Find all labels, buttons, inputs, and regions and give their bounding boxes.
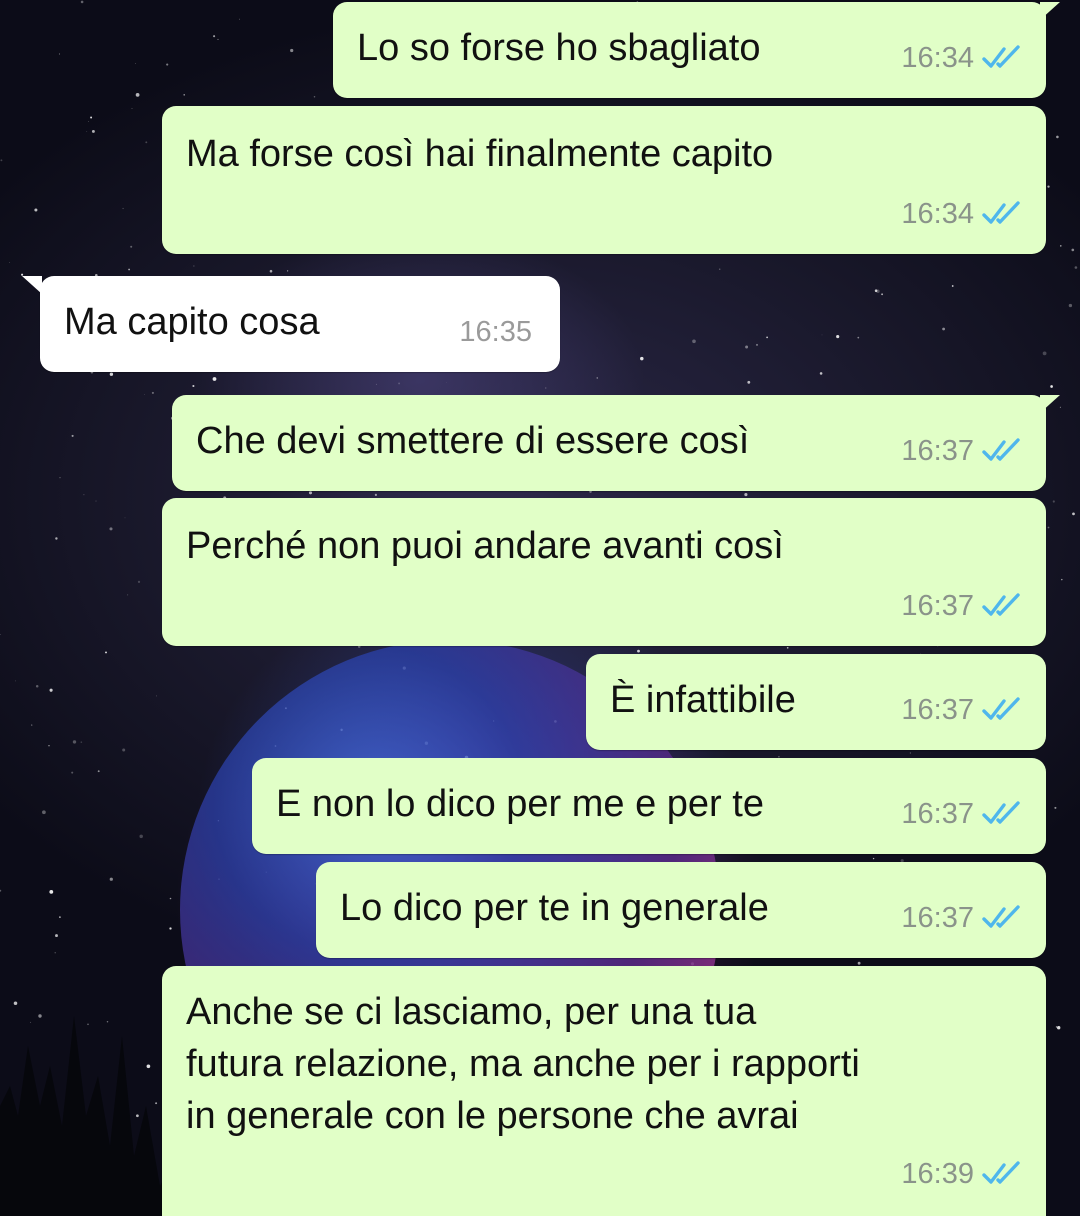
bubble-tail	[1040, 2, 1060, 20]
message-time: 16:34	[901, 198, 974, 230]
message-text: Che devi smettere di essere così	[196, 420, 750, 462]
message-bubble-outgoing[interactable]: Perché non puoi andare avanti così 16:37	[162, 498, 1046, 646]
message-text: Ma forse così hai finalmente capito	[186, 133, 774, 175]
message-list[interactable]: Lo so forse ho sbagliato 16:34 Ma forse …	[0, 0, 1080, 1216]
message-time: 16:37	[901, 798, 974, 830]
double-check-icon	[982, 201, 1020, 224]
message-meta: 16:37	[901, 580, 1022, 632]
bubble-tail	[1040, 395, 1060, 413]
message-bubble-outgoing[interactable]: Anche se ci lasciamo, per una tua futura…	[162, 966, 1046, 1216]
double-check-icon	[982, 45, 1020, 68]
double-check-icon	[982, 905, 1020, 928]
double-check-icon	[982, 438, 1020, 461]
message-meta: 16:37	[901, 788, 1022, 840]
message-text: Anche se ci lasciamo, per una tua futura…	[186, 991, 860, 1137]
message-time: 16:34	[901, 42, 974, 74]
message-bubble-outgoing[interactable]: Lo so forse ho sbagliato 16:34	[333, 2, 1060, 98]
message-bubble-outgoing[interactable]: Lo dico per te in generale 16:37	[316, 862, 1046, 958]
message-time: 16:35	[459, 316, 532, 348]
message-meta: 16:37	[901, 425, 1022, 477]
message-meta: 16:37	[901, 892, 1022, 944]
double-check-icon	[982, 801, 1020, 824]
message-bubble-incoming[interactable]: Ma capito cosa 16:35	[22, 276, 560, 372]
message-meta: 16:34	[901, 188, 1022, 240]
message-time: 16:37	[901, 694, 974, 726]
message-meta: 16:34	[901, 32, 1022, 84]
message-time: 16:37	[901, 590, 974, 622]
message-bubble-outgoing[interactable]: E non lo dico per me e per te 16:37	[252, 758, 1046, 854]
message-bubble-outgoing[interactable]: Che devi smettere di essere così 16:37	[172, 395, 1060, 491]
message-meta: 16:39	[901, 1148, 1022, 1200]
message-meta: 16:35	[459, 306, 532, 358]
message-time: 16:37	[901, 902, 974, 934]
message-meta: 16:37	[901, 684, 1022, 736]
message-bubble-outgoing[interactable]: È infattibile 16:37	[586, 654, 1046, 750]
message-time: 16:37	[901, 435, 974, 467]
double-check-icon	[982, 697, 1020, 720]
message-text: Perché non puoi andare avanti così	[186, 525, 784, 567]
double-check-icon	[982, 593, 1020, 616]
message-bubble-outgoing[interactable]: Ma forse così hai finalmente capito 16:3…	[162, 106, 1046, 254]
bubble-tail	[22, 276, 42, 294]
message-time: 16:39	[901, 1158, 974, 1190]
double-check-icon	[982, 1161, 1020, 1184]
